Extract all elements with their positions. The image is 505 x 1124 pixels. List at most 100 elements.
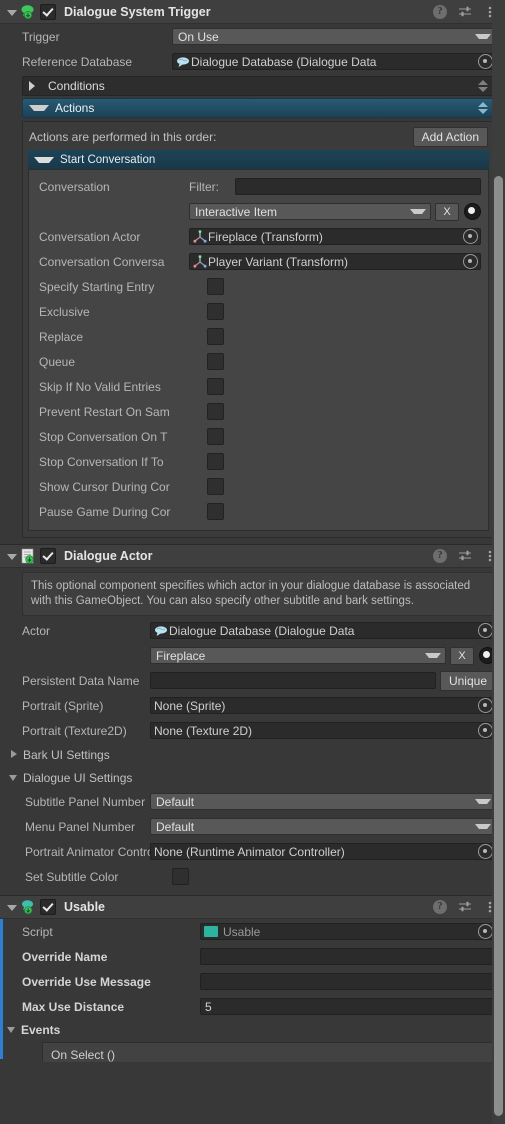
event-entry-on-select[interactable]: On Select () xyxy=(42,1042,493,1062)
object-picker-icon[interactable] xyxy=(478,623,493,638)
component-enabled-checkbox[interactable] xyxy=(40,3,56,20)
foldout-dialogue-ui-settings[interactable]: Dialogue UI Settings xyxy=(0,766,505,789)
foldout-conditions[interactable]: Conditions xyxy=(22,76,495,96)
scrollbar-thumb[interactable] xyxy=(494,176,503,1116)
filter-input[interactable] xyxy=(235,178,481,195)
field-row-stop-conversation-on-trigger-exit: Stop Conversation On T xyxy=(29,424,488,449)
help-icon[interactable]: ? xyxy=(433,549,447,563)
dialogue-database-icon xyxy=(176,56,190,68)
reference-database-label: Reference Database xyxy=(22,54,133,69)
exclusive-checkbox[interactable] xyxy=(207,303,224,320)
set-subtitle-color-label: Set Subtitle Color xyxy=(25,869,119,884)
queue-checkbox[interactable] xyxy=(207,353,224,370)
stop-conversation-if-checkbox[interactable] xyxy=(207,453,224,470)
override-name-input[interactable] xyxy=(200,948,496,965)
chevron-down-icon xyxy=(29,105,49,111)
field-row-replace: Replace xyxy=(29,324,488,349)
portrait-sprite-object-field[interactable]: None (Sprite) xyxy=(150,697,496,714)
object-picker-icon[interactable] xyxy=(463,229,478,244)
unique-button[interactable]: Unique xyxy=(439,670,496,691)
reorder-handle-icon[interactable] xyxy=(478,102,488,114)
conversation-dropdown[interactable]: Interactive Item xyxy=(189,203,431,220)
component-header-dialogue-actor[interactable]: Dialogue Actor ? xyxy=(0,544,505,568)
actions-container: Actions are performed in this order: Add… xyxy=(22,121,495,538)
portrait-sprite-value: None (Sprite) xyxy=(154,698,226,713)
conversation-conversant-object-field[interactable]: Player Variant (Transform) xyxy=(189,253,481,270)
field-row-stop-conversation-if-too-far: Stop Conversation If To xyxy=(29,449,488,474)
trigger-dropdown[interactable]: On Use xyxy=(172,28,496,45)
component-enabled-checkbox[interactable] xyxy=(40,548,56,564)
conversation-picker-toggle[interactable] xyxy=(464,203,481,220)
skip-if-no-valid-entries-checkbox[interactable] xyxy=(207,378,224,395)
preset-icon[interactable] xyxy=(458,900,472,914)
chevron-down-icon xyxy=(475,824,491,829)
object-picker-icon[interactable] xyxy=(478,54,493,69)
object-picker-icon[interactable] xyxy=(478,924,493,939)
chevron-down-icon xyxy=(6,1024,18,1036)
field-row-subtitle-panel-number: Subtitle Panel Number Default xyxy=(0,789,505,814)
conversation-conversant-value: Player Variant (Transform) xyxy=(208,254,349,269)
script-value: Usable xyxy=(223,924,261,939)
add-action-button[interactable]: Add Action xyxy=(412,127,488,147)
show-cursor-checkbox[interactable] xyxy=(207,478,224,495)
help-icon[interactable]: ? xyxy=(433,900,447,914)
script-object-field[interactable]: Usable xyxy=(200,923,496,940)
component-header-dialogue-system-trigger[interactable]: Dialogue System Trigger ? xyxy=(0,0,505,24)
set-subtitle-color-checkbox[interactable] xyxy=(172,868,189,885)
prevent-restart-checkbox[interactable] xyxy=(207,403,224,420)
actor-object-field[interactable]: Dialogue Database (Dialogue Data xyxy=(150,622,496,639)
foldout-actions[interactable]: Actions xyxy=(22,98,495,118)
specify-starting-entry-checkbox[interactable] xyxy=(207,278,224,295)
component-enabled-checkbox[interactable] xyxy=(40,899,56,915)
script-label: Script xyxy=(22,924,53,939)
foldout-bark-ui-settings[interactable]: Bark UI Settings xyxy=(0,743,505,766)
component-header-usable[interactable]: Usable ? xyxy=(0,895,505,919)
subtitle-panel-number-dropdown[interactable]: Default xyxy=(150,793,496,810)
actions-header-row: Actions are performed in this order: Add… xyxy=(28,126,489,148)
usable-body: Script Usable Override Name Override Use… xyxy=(0,919,505,1062)
override-name-label: Override Name xyxy=(22,949,108,964)
stop-conversation-on-label: Stop Conversation On T xyxy=(39,429,168,444)
field-row-persistent-data-name: Persistent Data Name Unique xyxy=(0,668,505,693)
foldout-arrow-icon[interactable] xyxy=(4,549,18,563)
object-picker-icon[interactable] xyxy=(478,844,493,859)
portrait-animator-controller-object-field[interactable]: None (Runtime Animator Controller) xyxy=(150,843,496,860)
preset-icon[interactable] xyxy=(458,549,472,563)
reorder-handle-icon[interactable] xyxy=(478,80,488,92)
field-row-trigger: Trigger On Use xyxy=(0,24,505,49)
actor-dropdown[interactable]: Fireplace xyxy=(150,647,446,664)
clear-conversation-button[interactable]: X xyxy=(435,202,459,221)
field-row-specify-starting-entry: Specify Starting Entry xyxy=(29,274,488,299)
help-icon[interactable]: ? xyxy=(433,4,447,19)
foldout-events[interactable]: Events xyxy=(0,1019,505,1040)
action-item-body: Conversation Filter: Interactive Item X … xyxy=(28,169,489,531)
reference-database-object-field[interactable]: Dialogue Database (Dialogue Data xyxy=(172,53,496,70)
stop-conversation-on-checkbox[interactable] xyxy=(207,428,224,445)
field-row-portrait-sprite: Portrait (Sprite) None (Sprite) xyxy=(0,693,505,718)
transform-icon xyxy=(193,255,207,268)
max-use-distance-input[interactable]: 5 xyxy=(200,998,496,1015)
override-use-message-label: Override Use Message xyxy=(22,974,151,989)
prefab-override-indicator xyxy=(0,919,3,1059)
portrait-animator-controller-label: Portrait Animator Contro xyxy=(25,844,150,859)
foldout-arrow-icon[interactable] xyxy=(4,5,18,19)
inspector-scrollbar[interactable] xyxy=(492,0,505,1124)
foldout-arrow-icon[interactable] xyxy=(4,900,18,914)
portrait-texture2d-object-field[interactable]: None (Texture 2D) xyxy=(150,722,496,739)
conversation-actor-object-field[interactable]: Fireplace (Transform) xyxy=(189,228,481,245)
usable-component-icon xyxy=(19,898,37,916)
object-picker-icon[interactable] xyxy=(478,698,493,713)
override-use-message-input[interactable] xyxy=(200,973,496,990)
persistent-data-name-input[interactable] xyxy=(150,672,436,689)
object-picker-icon[interactable] xyxy=(463,254,478,269)
filter-label: Filter: xyxy=(189,179,219,194)
clear-actor-button[interactable]: X xyxy=(450,646,474,665)
pause-game-checkbox[interactable] xyxy=(207,503,224,520)
preset-icon[interactable] xyxy=(458,5,472,19)
action-item-header-start-conversation[interactable]: Start Conversation xyxy=(28,150,489,169)
field-row-override-use-message: Override Use Message xyxy=(0,969,505,994)
object-picker-icon[interactable] xyxy=(478,723,493,738)
field-row-show-cursor-during-conversation: Show Cursor During Cor xyxy=(29,474,488,499)
menu-panel-number-dropdown[interactable]: Default xyxy=(150,818,496,835)
replace-checkbox[interactable] xyxy=(207,328,224,345)
